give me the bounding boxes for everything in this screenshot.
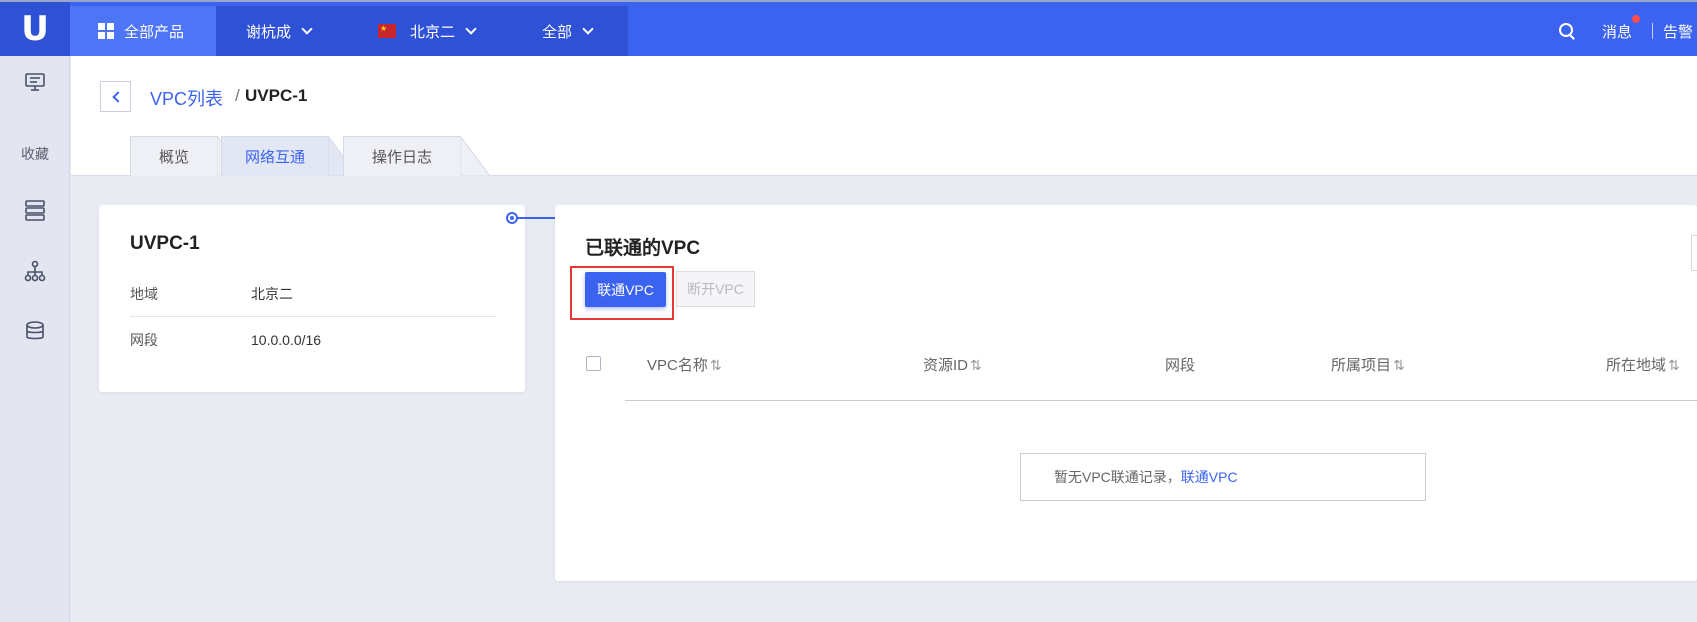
page-header: VPC列表 / UVPC-1 概览 网络互通 操作日志	[71, 56, 1697, 176]
chevron-down-icon	[301, 22, 313, 35]
search-icon[interactable]	[1558, 22, 1576, 40]
empty-state: 暂无VPC联通记录， 联通VPC	[1020, 453, 1426, 501]
tab-edge	[460, 136, 490, 176]
china-flag-icon	[378, 24, 396, 38]
column-header-vpc-name[interactable]: VPC名称 ⇅	[647, 354, 722, 375]
user-menu[interactable]: 谢杭成	[216, 6, 350, 56]
network-topology-icon	[24, 260, 46, 282]
chevron-down-icon	[582, 22, 594, 35]
column-header-project[interactable]: 所属项目 ⇅	[1331, 354, 1405, 375]
alerts-link[interactable]: 告警	[1663, 21, 1693, 42]
empty-state-text: 暂无VPC联通记录，	[1054, 469, 1181, 485]
column-label: 资源ID	[923, 357, 969, 374]
sort-icon: ⇅	[1668, 357, 1680, 373]
tab-overview[interactable]: 概览	[130, 136, 218, 176]
select-all-checkbox[interactable]	[586, 356, 601, 371]
column-label: 所在地域	[1606, 357, 1667, 374]
divider	[1651, 23, 1653, 39]
sort-icon: ⇅	[1393, 357, 1405, 373]
left-sidebar: 收藏	[0, 56, 70, 622]
all-products-menu[interactable]: 全部产品	[70, 6, 216, 56]
tab-network-interconnect[interactable]: 网络互通	[221, 136, 329, 176]
tab-label: 概览	[158, 149, 189, 166]
database-icon	[26, 321, 44, 340]
column-label: VPC名称	[647, 357, 708, 374]
top-bar: U 全部产品 谢杭成 北京二 全部 消息 告警	[0, 0, 1697, 56]
vpc-name-title: UVPC-1	[130, 233, 200, 254]
favorites-label: 收藏	[21, 146, 49, 162]
column-header-region[interactable]: 所在地域 ⇅	[1606, 354, 1680, 375]
cidr-row: 网段 10.0.0.0/16	[130, 317, 496, 363]
logo[interactable]: U	[0, 2, 70, 56]
all-products-label: 全部产品	[124, 23, 185, 41]
monitor-icon	[25, 73, 45, 91]
server-list-icon	[25, 200, 45, 221]
column-header-resource-id[interactable]: 资源ID ⇅	[923, 354, 982, 375]
logo-icon: U	[21, 9, 49, 49]
region-value: 北京二	[251, 285, 293, 302]
chevron-down-icon	[465, 22, 477, 35]
breadcrumb-separator: /	[235, 86, 240, 105]
messages-label: 消息	[1601, 23, 1632, 41]
column-label: 网段	[1165, 357, 1196, 374]
messages-link[interactable]: 消息	[1601, 14, 1640, 42]
user-name: 谢杭成	[246, 23, 292, 41]
connect-vpc-button[interactable]: 联通VPC	[585, 272, 666, 307]
sidebar-item-database[interactable]	[0, 320, 70, 342]
table-header-divider	[625, 400, 1697, 401]
region-menu[interactable]: 北京二	[350, 6, 510, 56]
cidr-label: 网段	[130, 332, 158, 348]
sidebar-item-monitor[interactable]	[0, 71, 70, 93]
region-row: 地域 北京二	[130, 271, 496, 317]
sort-icon: ⇅	[970, 357, 982, 373]
connected-vpc-panel: 已联通的VPC 联通VPC 断开VPC VPC名称 ⇅ 资源ID ⇅ 网段 所属项目…	[555, 205, 1697, 581]
sidebar-item-favorites[interactable]: 收藏	[0, 144, 70, 164]
connection-node-icon	[506, 212, 518, 224]
sort-icon: ⇅	[709, 357, 722, 373]
sidebar-item-servers[interactable]	[0, 199, 70, 221]
tab-label: 操作日志	[371, 149, 432, 166]
sidebar-item-network[interactable]	[0, 260, 70, 282]
region-label: 地域	[130, 285, 158, 302]
project-scope-label: 全部	[542, 23, 573, 41]
connected-vpc-title: 已联通的VPC	[585, 238, 701, 259]
back-button[interactable]	[100, 81, 131, 112]
column-label: 所属项目	[1331, 357, 1392, 374]
disconnect-vpc-button[interactable]: 断开VPC	[676, 271, 755, 307]
tab-label: 网络互通	[244, 149, 305, 166]
project-scope-menu[interactable]: 全部	[510, 6, 628, 56]
cidr-value: 10.0.0.0/16	[251, 332, 322, 348]
region-name: 北京二	[410, 23, 456, 41]
side-panel-handle[interactable]	[1691, 235, 1697, 271]
top-right-actions: 消息 告警	[1558, 6, 1697, 56]
breadcrumb-current: UVPC-1	[245, 86, 308, 105]
empty-state-connect-link[interactable]: 联通VPC	[1181, 467, 1238, 487]
column-header-cidr: 网段	[1165, 354, 1195, 375]
tab-operation-log[interactable]: 操作日志	[343, 136, 461, 176]
grid-icon	[98, 23, 114, 39]
notification-dot	[1631, 14, 1640, 23]
breadcrumb-vpc-list[interactable]: VPC列表	[150, 85, 223, 111]
